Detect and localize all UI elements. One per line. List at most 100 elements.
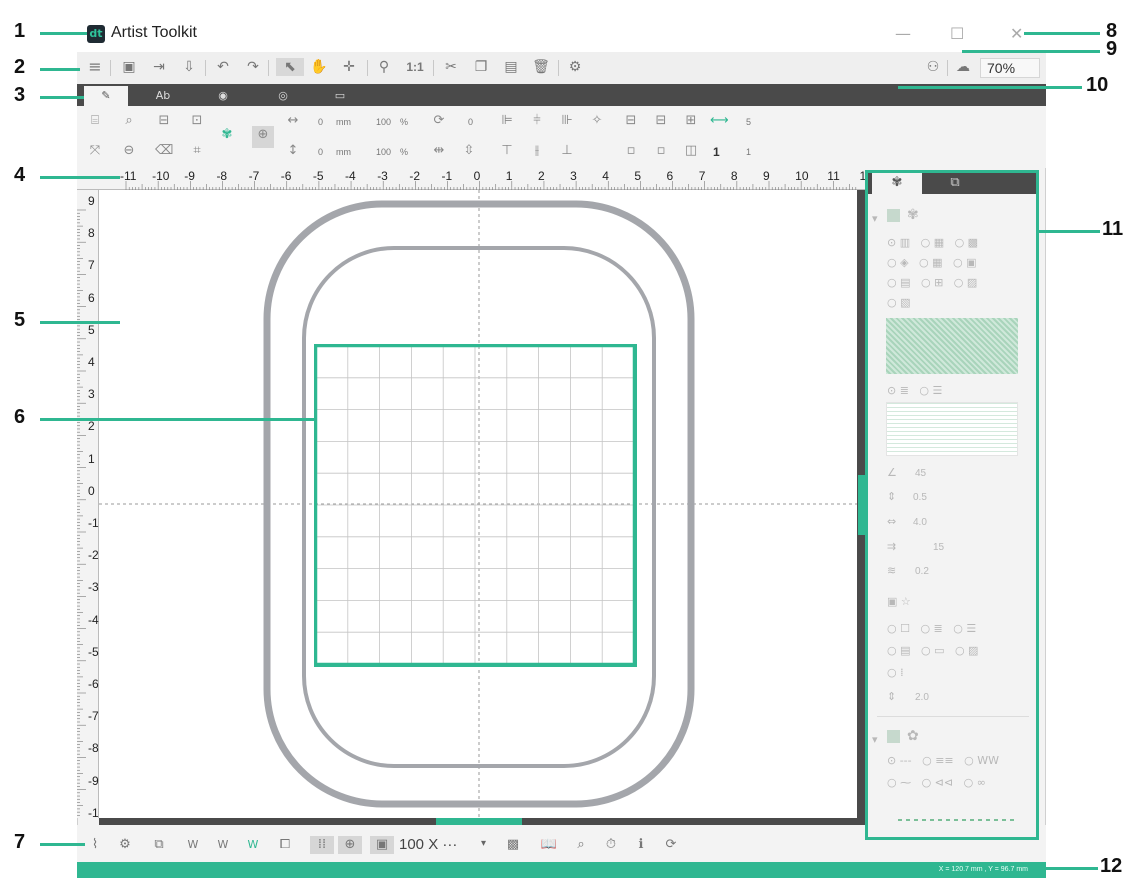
align-middle-icon[interactable]: ✧ (588, 112, 606, 130)
ruler-label: 0 (88, 483, 95, 498)
paste-icon[interactable]: ▤ (502, 58, 520, 76)
point-icon[interactable]: ✛ (340, 58, 358, 76)
frame-mode-icon[interactable]: ⧉ (150, 836, 168, 854)
height-value[interactable]: 0 (318, 147, 323, 157)
book-icon[interactable]: 📖 (540, 836, 558, 854)
ruler-label: 9 (763, 169, 770, 183)
cut-icon[interactable]: ✂ (442, 58, 460, 76)
distribute-bottom-icon[interactable]: ⊟ (652, 112, 670, 130)
save-icon[interactable]: ▣ (120, 58, 138, 76)
close-button[interactable]: ✕ (1010, 24, 1023, 43)
ruler-label: -7 (248, 169, 260, 183)
refresh-icon[interactable]: ⟳ (662, 836, 680, 854)
layer-icon[interactable]: ⧠ (276, 836, 294, 854)
zoom-area-icon[interactable]: ⌕ (120, 112, 138, 130)
select-icon[interactable]: ⬉ (276, 58, 304, 76)
pattern-search-icon[interactable]: ⌕ (572, 836, 590, 854)
background-icon[interactable]: ▩ (504, 836, 522, 854)
minimize-button[interactable]: — (895, 24, 911, 43)
zoom-out-icon[interactable]: ⊖ (120, 142, 138, 160)
zoom-select[interactable]: 70% (980, 58, 1040, 78)
ruler-label: -8 (216, 169, 228, 183)
timer-icon[interactable]: ⏱ (602, 836, 620, 854)
tab-lettering[interactable]: Ab (143, 86, 183, 106)
undo-icon[interactable]: ↶ (214, 58, 232, 76)
align-top-icon[interactable]: ⊤ (498, 142, 516, 160)
group-icon[interactable]: ⊡ (188, 112, 206, 130)
butterfly-icon[interactable]: ✾ (218, 126, 236, 144)
ruler-label: 2 (88, 419, 95, 434)
info-icon[interactable]: ℹ (632, 836, 650, 854)
crop-icon[interactable]: ⌗ (188, 142, 206, 160)
ruler-label: 6 (88, 290, 95, 305)
align-bottom-icon[interactable]: ⊥ (558, 142, 576, 160)
import-icon[interactable]: ⇥ (150, 58, 168, 76)
horizontal-scroll-thumb[interactable] (436, 818, 522, 825)
align-vmiddle-icon[interactable]: ⫲ (528, 142, 546, 160)
zoom-icon[interactable]: ⚲ (375, 58, 393, 76)
hoop-dropdown-arrow[interactable]: ▾ (481, 838, 486, 849)
height-percent[interactable]: 100 (376, 147, 391, 157)
callout-line-5 (40, 321, 120, 324)
thread-icon[interactable]: ⌇ (86, 836, 104, 854)
arrange-right-icon[interactable]: ▫ (652, 142, 670, 160)
export-icon[interactable]: ⇩ (180, 58, 198, 76)
wireframe-icon[interactable]: W (184, 836, 202, 854)
width-value[interactable]: 0 (318, 117, 323, 127)
ruler-label: 4 (602, 169, 609, 183)
tab-view[interactable]: ▭ (320, 86, 360, 106)
maximize-button[interactable]: ☐ (950, 24, 964, 43)
rotate-icon[interactable]: ⟳ (430, 112, 448, 130)
callout-10: 10 (1086, 74, 1109, 96)
redo-icon[interactable]: ↷ (244, 58, 262, 76)
align-left-icon[interactable]: ⊫ (498, 112, 516, 130)
toolbar-separator (268, 60, 269, 76)
menu-icon[interactable]: ≡ (86, 58, 104, 76)
pan-icon[interactable]: ✋ (310, 58, 328, 76)
zoom-value: 70% (987, 60, 1016, 76)
hoop-size-select[interactable]: 100 X ··· (399, 836, 457, 853)
flip-vertical-icon[interactable]: ⇳ (460, 142, 478, 160)
cloud-icon[interactable]: ☁ (954, 58, 972, 76)
arrange-left-icon[interactable]: ▫ (622, 142, 640, 160)
realistic-icon[interactable]: W (214, 836, 232, 854)
settings-icon[interactable]: ⚙ (566, 58, 584, 76)
ruler-label: -3 (88, 580, 99, 595)
fit-screen-icon[interactable]: ⌸ (86, 112, 104, 130)
callout-3: 3 (14, 84, 26, 106)
eraser-icon[interactable]: ⌫ (155, 142, 173, 160)
stitch-simulator-icon[interactable]: ⚙ (116, 836, 134, 854)
width-percent[interactable]: 100 (376, 117, 391, 127)
align-right-icon[interactable]: ⊪ (558, 112, 576, 130)
callout-line-8 (1024, 32, 1100, 35)
arrange-mid-icon[interactable]: ◫ (682, 142, 700, 160)
callout-7: 7 (14, 831, 26, 853)
preview-icon[interactable]: W (244, 836, 262, 854)
callout-line-3 (40, 96, 84, 99)
ruler-label: -6 (280, 169, 292, 183)
spacing-icon[interactable]: ⟷ (710, 112, 729, 130)
hoop-toggle-icon[interactable]: ▣ (370, 836, 394, 854)
expand-icon[interactable]: ⤧ (86, 142, 104, 160)
frame-icon[interactable]: ⊟ (155, 112, 173, 130)
grid-toggle-icon[interactable]: ⁞⁞ (310, 836, 334, 854)
flip-horizontal-icon[interactable]: ⇹ (430, 142, 448, 160)
align-center-icon[interactable]: ⫩ (528, 112, 546, 130)
lock-aspect-icon[interactable]: ⊕ (252, 126, 274, 148)
distribute-top-icon[interactable]: ⊟ (622, 112, 640, 130)
spacing-value[interactable]: 5 (746, 117, 751, 127)
tab-design[interactable]: ◉ (203, 86, 243, 106)
tab-edit[interactable]: ✎ (84, 86, 128, 106)
distribute-center-icon[interactable]: ⊞ (682, 112, 700, 130)
tab-combine[interactable]: ◎ (263, 86, 303, 106)
copy-icon[interactable]: ❐ (472, 58, 490, 76)
account-icon[interactable]: ⚇ (924, 58, 942, 76)
ruler-label: -3 (377, 169, 388, 183)
delete-icon[interactable]: 🗑 (532, 58, 550, 76)
width-icon: ↔ (287, 113, 299, 128)
center-toggle-icon[interactable]: ⊕ (338, 836, 362, 854)
actual-size-button[interactable]: 1:1 (403, 58, 427, 76)
count-value[interactable]: 1 (746, 147, 751, 157)
rotate-value[interactable]: 0 (468, 117, 473, 127)
percent-sign: % (400, 147, 409, 157)
